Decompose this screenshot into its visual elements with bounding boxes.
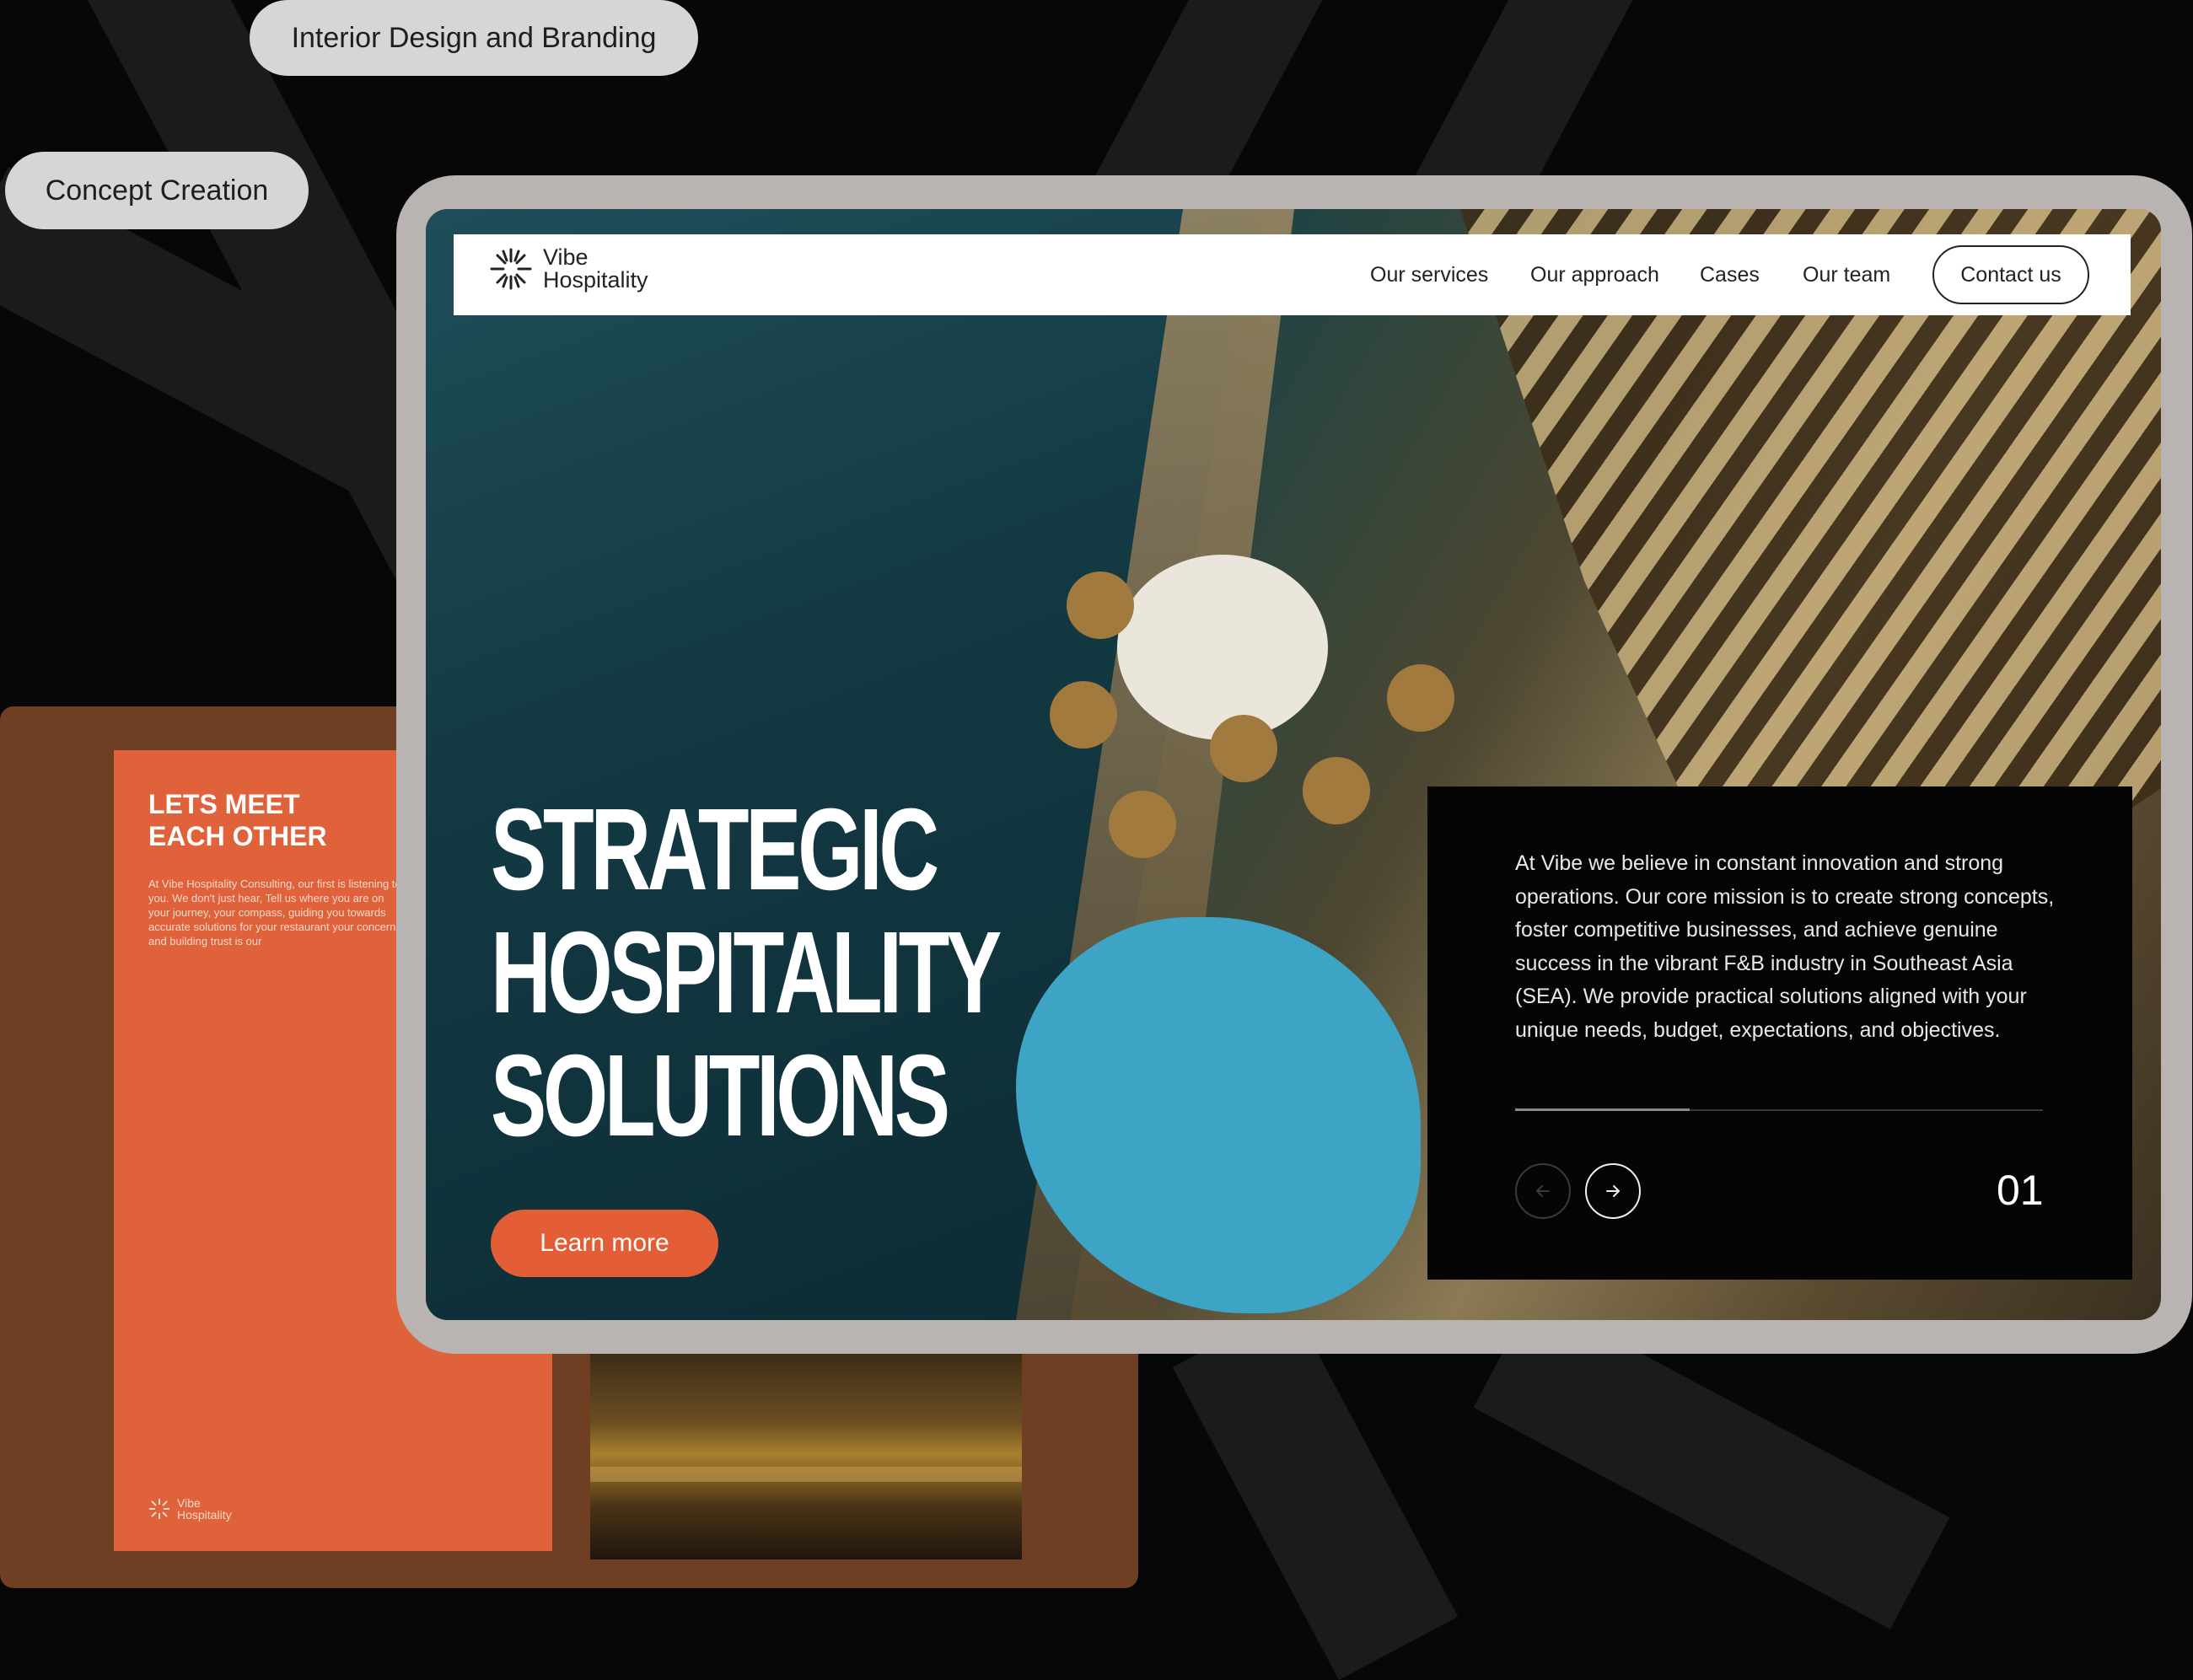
arrow-right-icon — [1606, 1185, 1620, 1197]
hero-umbrella — [1387, 664, 1454, 732]
tag-interior-design: Interior Design and Branding — [250, 0, 698, 76]
brochure-logo: Vibe Hospitality — [148, 1497, 232, 1521]
hero-headline-line3: SOLUTIONS — [491, 1031, 950, 1161]
next-slide-button[interactable] — [1585, 1163, 1641, 1219]
slide-counter: 01 — [1997, 1167, 2044, 1214]
mission-text: At Vibe we believe in constant innovatio… — [1515, 851, 2055, 1042]
prev-slide-button[interactable] — [1515, 1163, 1571, 1219]
brochure-heading-line2: EACH OTHER — [148, 821, 327, 851]
site-logo[interactable]: Vibe Hospitality — [489, 246, 648, 292]
hero-umbrella — [1109, 791, 1176, 858]
slider-progress-fill — [1515, 1108, 1690, 1111]
hero-umbrella — [1210, 715, 1277, 782]
background-stroke — [1172, 1304, 1459, 1680]
nav-our-approach[interactable]: Our approach — [1530, 263, 1659, 287]
brochure-body: At Vibe Hospitality Consulting, our firs… — [148, 878, 401, 947]
brochure-logo-line1: Vibe — [177, 1496, 201, 1510]
nav-our-services[interactable]: Our services — [1370, 263, 1488, 287]
hero-headline-line1: STRATEGIC — [491, 785, 939, 915]
arrow-left-icon — [1536, 1185, 1550, 1197]
hero-headline-line2: HOSPITALITY — [491, 908, 1002, 1038]
hero-canopy — [1117, 555, 1328, 740]
logo-line2: Hospitality — [543, 267, 648, 293]
sunburst-icon — [149, 1499, 169, 1519]
restaurant-photo — [590, 1349, 1022, 1559]
tag-concept-creation: Concept Creation — [5, 152, 309, 229]
hero-umbrella — [1067, 572, 1134, 639]
learn-more-button[interactable]: Learn more — [491, 1210, 718, 1277]
logo-line1: Vibe — [543, 244, 589, 270]
contact-us-button[interactable]: Contact us — [1932, 245, 2089, 304]
hero-umbrella — [1050, 681, 1117, 749]
nav-cases[interactable]: Cases — [1700, 263, 1760, 287]
nav-our-team[interactable]: Our team — [1803, 263, 1890, 287]
brochure-heading-line1: LETS MEET — [148, 789, 300, 819]
brochure-heading: LETS MEET EACH OTHER — [148, 788, 327, 852]
hero-umbrella — [1303, 757, 1370, 824]
sunburst-icon — [490, 248, 532, 290]
restaurant-photo-counter — [590, 1467, 1022, 1482]
brochure-logo-line2: Hospitality — [177, 1508, 232, 1522]
hero-headline: STRATEGIC HOSPITALITY SOLUTIONS — [491, 785, 1002, 1161]
